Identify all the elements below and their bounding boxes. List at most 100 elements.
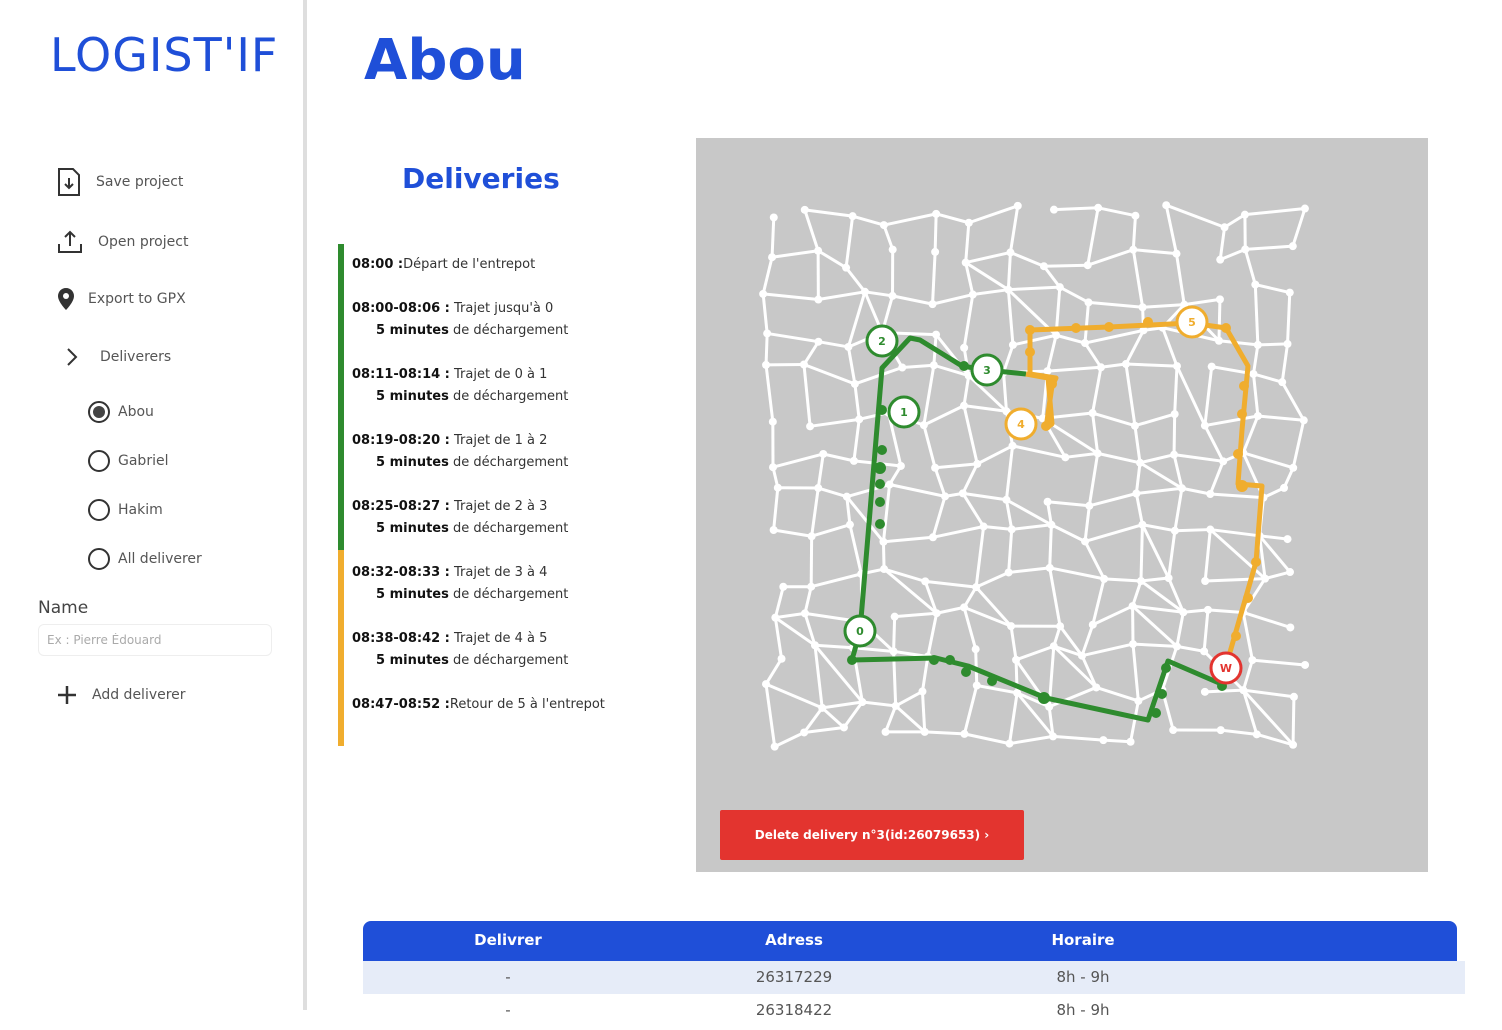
deliverer-option-gabriel[interactable]: Gabriel [88, 450, 168, 472]
timeline-text: Trajet de 3 à 4 [454, 565, 548, 580]
add-deliverer-button[interactable]: Add deliverer [56, 684, 186, 706]
table-row[interactable]: - 26318422 8h - 9h [363, 994, 1457, 1027]
timeline-entry: 08:38-08:42 : Trajet de 4 à 5 5 minutes … [352, 628, 568, 672]
timeline-time: 08:00-08:06 : [352, 301, 450, 316]
marker-label: 5 [1188, 316, 1196, 329]
upload-icon [58, 230, 82, 253]
timeline-text: Départ de l'entrepot [403, 257, 536, 272]
timeline-entry: 08:47-08:52 :Retour de 5 à l'entrepot [352, 694, 605, 716]
delete-delivery-button[interactable]: Delete delivery n°3(id:26079653) › [720, 810, 1024, 860]
column-header-adress[interactable]: Adress [719, 931, 869, 949]
timeline-bar-orange [338, 550, 344, 746]
export-gpx-label: Export to GPX [88, 291, 186, 307]
logo-text: LOGIST'IF [50, 28, 279, 82]
deliverers-label: Deliverers [100, 349, 172, 365]
radio-selected[interactable] [88, 401, 110, 423]
save-project-button[interactable]: Save project [56, 167, 183, 197]
sidebar-divider [303, 0, 307, 1010]
open-project-label: Open project [98, 234, 189, 250]
deliveries-table: Delivrer Adress Horaire - 26317229 8h - … [363, 921, 1465, 1027]
app-logo: LOGIST'IF [50, 28, 278, 82]
timeline-bar-green [338, 244, 344, 550]
sidebar: LOGIST'IF Save project Open project Expo… [0, 0, 303, 1010]
timeline-entry: 08:00 :Départ de l'entrepot [352, 254, 535, 276]
name-label: Name [38, 598, 89, 618]
unload-text: de déchargement [453, 389, 569, 404]
unload-duration: 5 minutes [376, 389, 449, 404]
timeline-entry: 08:19-08:20 : Trajet de 1 à 2 5 minutes … [352, 430, 568, 474]
table-header: Delivrer Adress Horaire [363, 921, 1457, 961]
delivery-marker-0[interactable]: 0 [843, 614, 877, 648]
unload-duration: 5 minutes [376, 521, 449, 536]
export-gpx-button[interactable]: Export to GPX [56, 287, 186, 311]
map[interactable]: 0 1 2 3 4 5 W [696, 138, 1428, 872]
cell-delivrer: - [505, 1001, 511, 1019]
add-deliverer-label: Add deliverer [92, 687, 186, 703]
cell-adress: 26317229 [755, 968, 833, 986]
delivery-marker-5[interactable]: 5 [1175, 305, 1209, 339]
marker-label: 0 [856, 625, 864, 638]
radio-unselected[interactable] [88, 450, 110, 472]
delivery-marker-2[interactable]: 2 [865, 324, 899, 358]
radio-unselected[interactable] [88, 548, 110, 570]
deliverer-name: All deliverer [118, 551, 202, 567]
delivery-marker-3[interactable]: 3 [970, 353, 1004, 387]
unload-text: de déchargement [453, 587, 569, 602]
deliverer-name: Hakim [118, 502, 163, 518]
timeline-time: 08:32-08:33 : [352, 565, 450, 580]
delivery-marker-4[interactable]: 4 [1004, 407, 1038, 441]
save-project-label: Save project [96, 174, 184, 190]
unload-text: de déchargement [453, 455, 569, 470]
delivery-marker-w[interactable]: W [1209, 651, 1243, 685]
marker-label: 4 [1017, 418, 1025, 431]
timeline-entry: 08:11-08:14 : Trajet de 0 à 1 5 minutes … [352, 364, 568, 408]
unload-text: de déchargement [453, 653, 569, 668]
timeline-time: 08:38-08:42 : [352, 631, 450, 646]
save-file-icon [58, 168, 80, 196]
timeline-text: Retour de 5 à l'entrepot [449, 697, 605, 712]
timeline-time: 08:00 : [352, 257, 404, 272]
cell-horaire: 8h - 9h [1056, 1001, 1110, 1019]
deliveries-title: Deliveries [402, 162, 560, 195]
column-header-delivrer[interactable]: Delivrer [433, 931, 583, 949]
deliverers-toggle[interactable]: Deliverers [64, 346, 171, 368]
timeline-text: Trajet de 0 à 1 [454, 367, 548, 382]
timeline-text: Trajet de 1 à 2 [454, 433, 548, 448]
open-project-button[interactable]: Open project [56, 228, 188, 256]
name-input[interactable] [38, 624, 272, 656]
timeline-text: Trajet jusqu'à 0 [454, 301, 554, 316]
deliverer-option-all[interactable]: All deliverer [88, 548, 202, 570]
deliverer-option-abou[interactable]: Abou [88, 401, 154, 423]
unload-text: de déchargement [453, 323, 569, 338]
timeline-entry: 08:32-08:33 : Trajet de 3 à 4 5 minutes … [352, 562, 568, 606]
timeline-time: 08:25-08:27 : [352, 499, 450, 514]
unload-duration: 5 minutes [376, 455, 449, 470]
timeline-text: Trajet de 4 à 5 [454, 631, 548, 646]
cell-horaire: 8h - 9h [1056, 968, 1110, 986]
unload-duration: 5 minutes [376, 587, 449, 602]
timeline-time: 08:19-08:20 : [352, 433, 450, 448]
unload-duration: 5 minutes [376, 323, 449, 338]
column-header-horaire[interactable]: Horaire [1008, 931, 1158, 949]
timeline-entry: 08:25-08:27 : Trajet de 2 à 3 5 minutes … [352, 496, 568, 540]
cell-delivrer: - [505, 968, 511, 986]
marker-label: 2 [878, 335, 886, 348]
timeline-time: 08:11-08:14 : [352, 367, 450, 382]
unload-duration: 5 minutes [376, 653, 449, 668]
table-row[interactable]: - 26317229 8h - 9h [363, 961, 1465, 994]
timeline-time: 08:47-08:52 : [352, 697, 450, 712]
unload-text: de déchargement [453, 521, 569, 536]
delivery-marker-1[interactable]: 1 [887, 395, 921, 429]
marker-label: 1 [900, 406, 908, 419]
deliverer-name: Abou [118, 404, 154, 420]
chevron-right-icon [67, 348, 78, 366]
marker-label: W [1220, 662, 1232, 675]
page-title: Abou [364, 28, 526, 93]
cell-adress: 26318422 [755, 1001, 833, 1019]
location-pin-icon [58, 288, 74, 310]
deliverer-name: Gabriel [118, 453, 169, 469]
map-canvas[interactable]: 0 1 2 3 4 5 W [696, 138, 1428, 872]
deliverer-option-hakim[interactable]: Hakim [88, 499, 163, 521]
plus-icon [58, 686, 76, 704]
radio-unselected[interactable] [88, 499, 110, 521]
